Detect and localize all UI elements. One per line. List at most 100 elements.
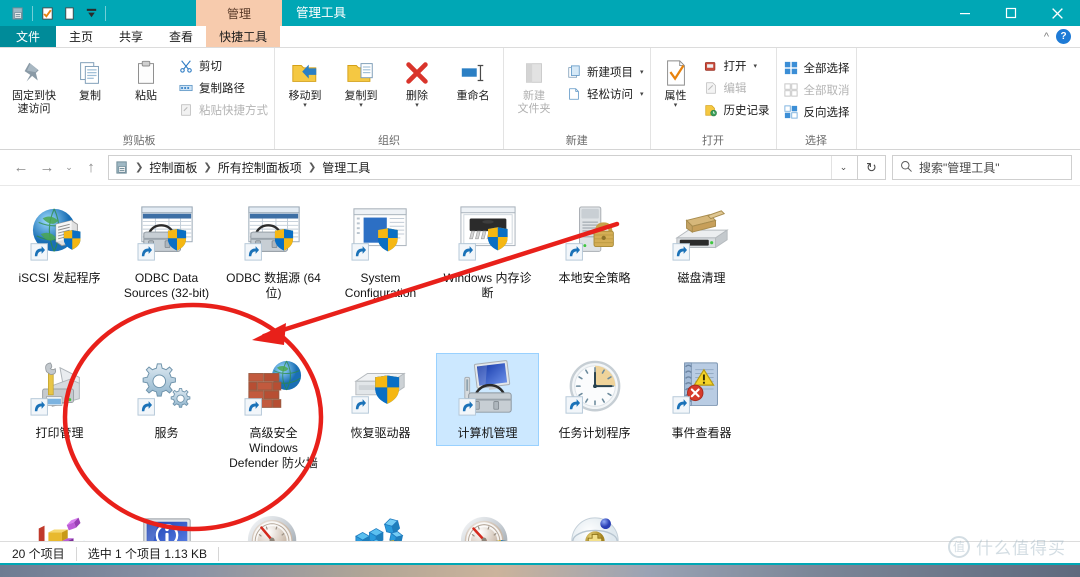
help-icon[interactable]: ? <box>1056 29 1071 44</box>
refresh-button[interactable]: ↻ <box>858 155 886 180</box>
list-item-inner[interactable]: 高级安全 Windows Defender 防火墙 <box>222 353 325 476</box>
list-item[interactable]: Windows 内存诊断 <box>434 192 541 347</box>
tab-shortcut-tools[interactable]: 快捷工具 <box>206 26 281 47</box>
move-to-dropdown-caret[interactable]: ▾ <box>303 102 307 109</box>
up-button[interactable]: ↑ <box>78 155 104 181</box>
maximize-icon[interactable] <box>988 0 1034 26</box>
select-none-button[interactable]: 全部取消 <box>779 79 854 100</box>
clipboard-group-label: 剪贴板 <box>122 135 156 147</box>
copy-button[interactable]: 复制 <box>62 53 118 103</box>
list-item[interactable]: 高级安全 Windows Defender 防火墙 <box>220 347 327 502</box>
copy-path-button[interactable]: 复制路径 <box>174 77 272 98</box>
breadcrumb-sep-1[interactable]: ❯ <box>200 162 214 173</box>
list-item-inner[interactable]: 碎片整理和优化驱动器 <box>8 508 111 541</box>
undo-icon[interactable] <box>58 2 80 24</box>
forward-button[interactable]: → <box>34 155 60 181</box>
list-item[interactable]: 恢复驱动器 <box>327 347 434 502</box>
tab-view[interactable]: 查看 <box>156 26 207 47</box>
list-item[interactable]: iSCSI 发起程序 <box>6 192 113 347</box>
properties-dropdown-caret[interactable]: ▾ <box>674 102 678 109</box>
paste-button[interactable]: 粘贴 <box>118 53 174 103</box>
delete-button[interactable]: 删除 ▾ <box>389 53 445 109</box>
breadcrumb-item-0[interactable]: 控制面板 <box>146 159 200 176</box>
paste-shortcut-button[interactable]: 粘贴快捷方式 <box>174 99 272 120</box>
list-item-inner[interactable]: 事件查看器 <box>650 353 753 446</box>
search-input[interactable]: 搜索"管理工具" <box>892 155 1072 180</box>
list-item[interactable]: 组件服务 <box>541 502 648 541</box>
tab-home[interactable]: 主页 <box>56 26 107 47</box>
copy-to-button[interactable]: 复制到 ▾ <box>333 53 389 109</box>
list-item-inner[interactable]: System Configuration <box>329 198 432 306</box>
list-item[interactable]: 事件查看器 <box>648 347 755 502</box>
list-item-inner[interactable]: 系统信息 <box>115 508 218 541</box>
new-folder-button[interactable]: 新建 文件夹 <box>506 53 562 116</box>
pin-to-quick-access-button[interactable]: 固定到快 速访问 <box>6 53 62 116</box>
list-item-inner[interactable]: 计算机管理 <box>436 353 539 446</box>
cut-button[interactable]: 剪切 <box>174 55 272 76</box>
rename-button[interactable]: 重命名 <box>445 53 501 103</box>
list-item[interactable]: 任务计划程序 <box>541 347 648 502</box>
file-list-view[interactable]: iSCSI 发起程序 ODBC Data Sources (32-bit) OD… <box>0 186 1080 541</box>
properties-icon[interactable] <box>7 2 29 24</box>
breadcrumb-item-1[interactable]: 所有控制面板项 <box>215 159 305 176</box>
list-item[interactable]: ODBC 数据源 (64 位) <box>220 192 327 347</box>
list-item-inner[interactable]: 任务计划程序 <box>543 353 646 446</box>
list-item[interactable]: 碎片整理和优化驱动器 <box>6 502 113 541</box>
address-dropdown-button[interactable]: ⌄ <box>831 156 855 179</box>
new-item-button[interactable]: 新建项目 ▾ <box>562 61 648 82</box>
list-item-inner[interactable]: 本地安全策略 <box>543 198 646 291</box>
breadcrumb-item-2[interactable]: 管理工具 <box>319 159 373 176</box>
list-item-inner[interactable]: 打印管理 <box>8 353 111 446</box>
breadcrumb-sep-2[interactable]: ❯ <box>305 162 319 173</box>
invert-selection-button[interactable]: 反向选择 <box>779 101 854 122</box>
new-folder-icon[interactable] <box>36 2 58 24</box>
history-button[interactable]: 历史记录 <box>699 99 774 120</box>
list-item[interactable]: System Configuration <box>327 192 434 347</box>
list-item-inner[interactable]: Windows 内存诊断 <box>436 198 539 306</box>
easy-access-button[interactable]: 轻松访问 ▾ <box>562 83 648 104</box>
list-item-inner[interactable]: 性能监视器 <box>222 508 325 541</box>
new-item-caret[interactable]: ▾ <box>640 68 644 76</box>
open-button[interactable]: 打开 ▾ <box>699 55 774 76</box>
list-item-inner[interactable]: 磁盘清理 <box>650 198 753 291</box>
list-item-selected[interactable]: 计算机管理 <box>434 347 541 502</box>
back-button[interactable]: ← <box>8 155 34 181</box>
customize-qat-icon[interactable] <box>80 2 102 24</box>
address-input[interactable]: ❯ 控制面板 ❯ 所有控制面板项 ❯ 管理工具 ⌄ <box>108 155 858 180</box>
list-item[interactable]: 系统信息 <box>113 502 220 541</box>
list-item-inner[interactable]: ODBC Data Sources (32-bit) <box>115 198 218 306</box>
contextual-tab-header[interactable]: 管理 <box>196 0 282 26</box>
close-icon[interactable] <box>1034 0 1080 26</box>
select-all-button[interactable]: 全部选择 <box>779 57 854 78</box>
tab-file[interactable]: 文件 <box>0 26 57 47</box>
list-item-inner[interactable]: 组件服务 <box>543 508 646 541</box>
list-item[interactable]: 磁盘清理 <box>648 192 755 347</box>
list-item[interactable]: 服务 <box>113 347 220 502</box>
minimize-icon[interactable] <box>942 0 988 26</box>
list-item[interactable]: ODBC Data Sources (32-bit) <box>113 192 220 347</box>
collapse-ribbon-icon[interactable]: ^ <box>1044 31 1049 43</box>
tab-share[interactable]: 共享 <box>106 26 157 47</box>
recovery-drive-icon <box>349 357 413 421</box>
list-item-inner[interactable]: 资源监视器 <box>436 508 539 541</box>
list-item[interactable]: 注册表编辑器 <box>327 502 434 541</box>
open-label: 打开 <box>723 60 747 73</box>
list-item-inner[interactable]: ODBC 数据源 (64 位) <box>222 198 325 306</box>
copy-to-dropdown-caret[interactable]: ▾ <box>359 102 363 109</box>
delete-dropdown-caret[interactable]: ▾ <box>415 102 419 109</box>
list-item-inner[interactable]: 服务 <box>115 353 218 446</box>
easy-access-caret[interactable]: ▾ <box>640 90 644 98</box>
recent-locations-button[interactable]: ⌄ <box>60 155 78 181</box>
list-item[interactable]: 性能监视器 <box>220 502 327 541</box>
properties-button[interactable]: 属性 ▾ <box>653 53 699 109</box>
list-item[interactable]: 资源监视器 <box>434 502 541 541</box>
edit-button[interactable]: 编辑 <box>699 77 774 98</box>
move-to-button[interactable]: 移动到 ▾ <box>277 53 333 109</box>
list-item-inner[interactable]: 注册表编辑器 <box>329 508 432 541</box>
list-item-inner[interactable]: iSCSI 发起程序 <box>8 198 111 291</box>
list-item[interactable]: 本地安全策略 <box>541 192 648 347</box>
select-none-label: 全部取消 <box>803 84 850 97</box>
list-item-inner[interactable]: 恢复驱动器 <box>329 353 432 446</box>
list-item[interactable]: 打印管理 <box>6 347 113 502</box>
open-caret[interactable]: ▾ <box>754 62 758 70</box>
